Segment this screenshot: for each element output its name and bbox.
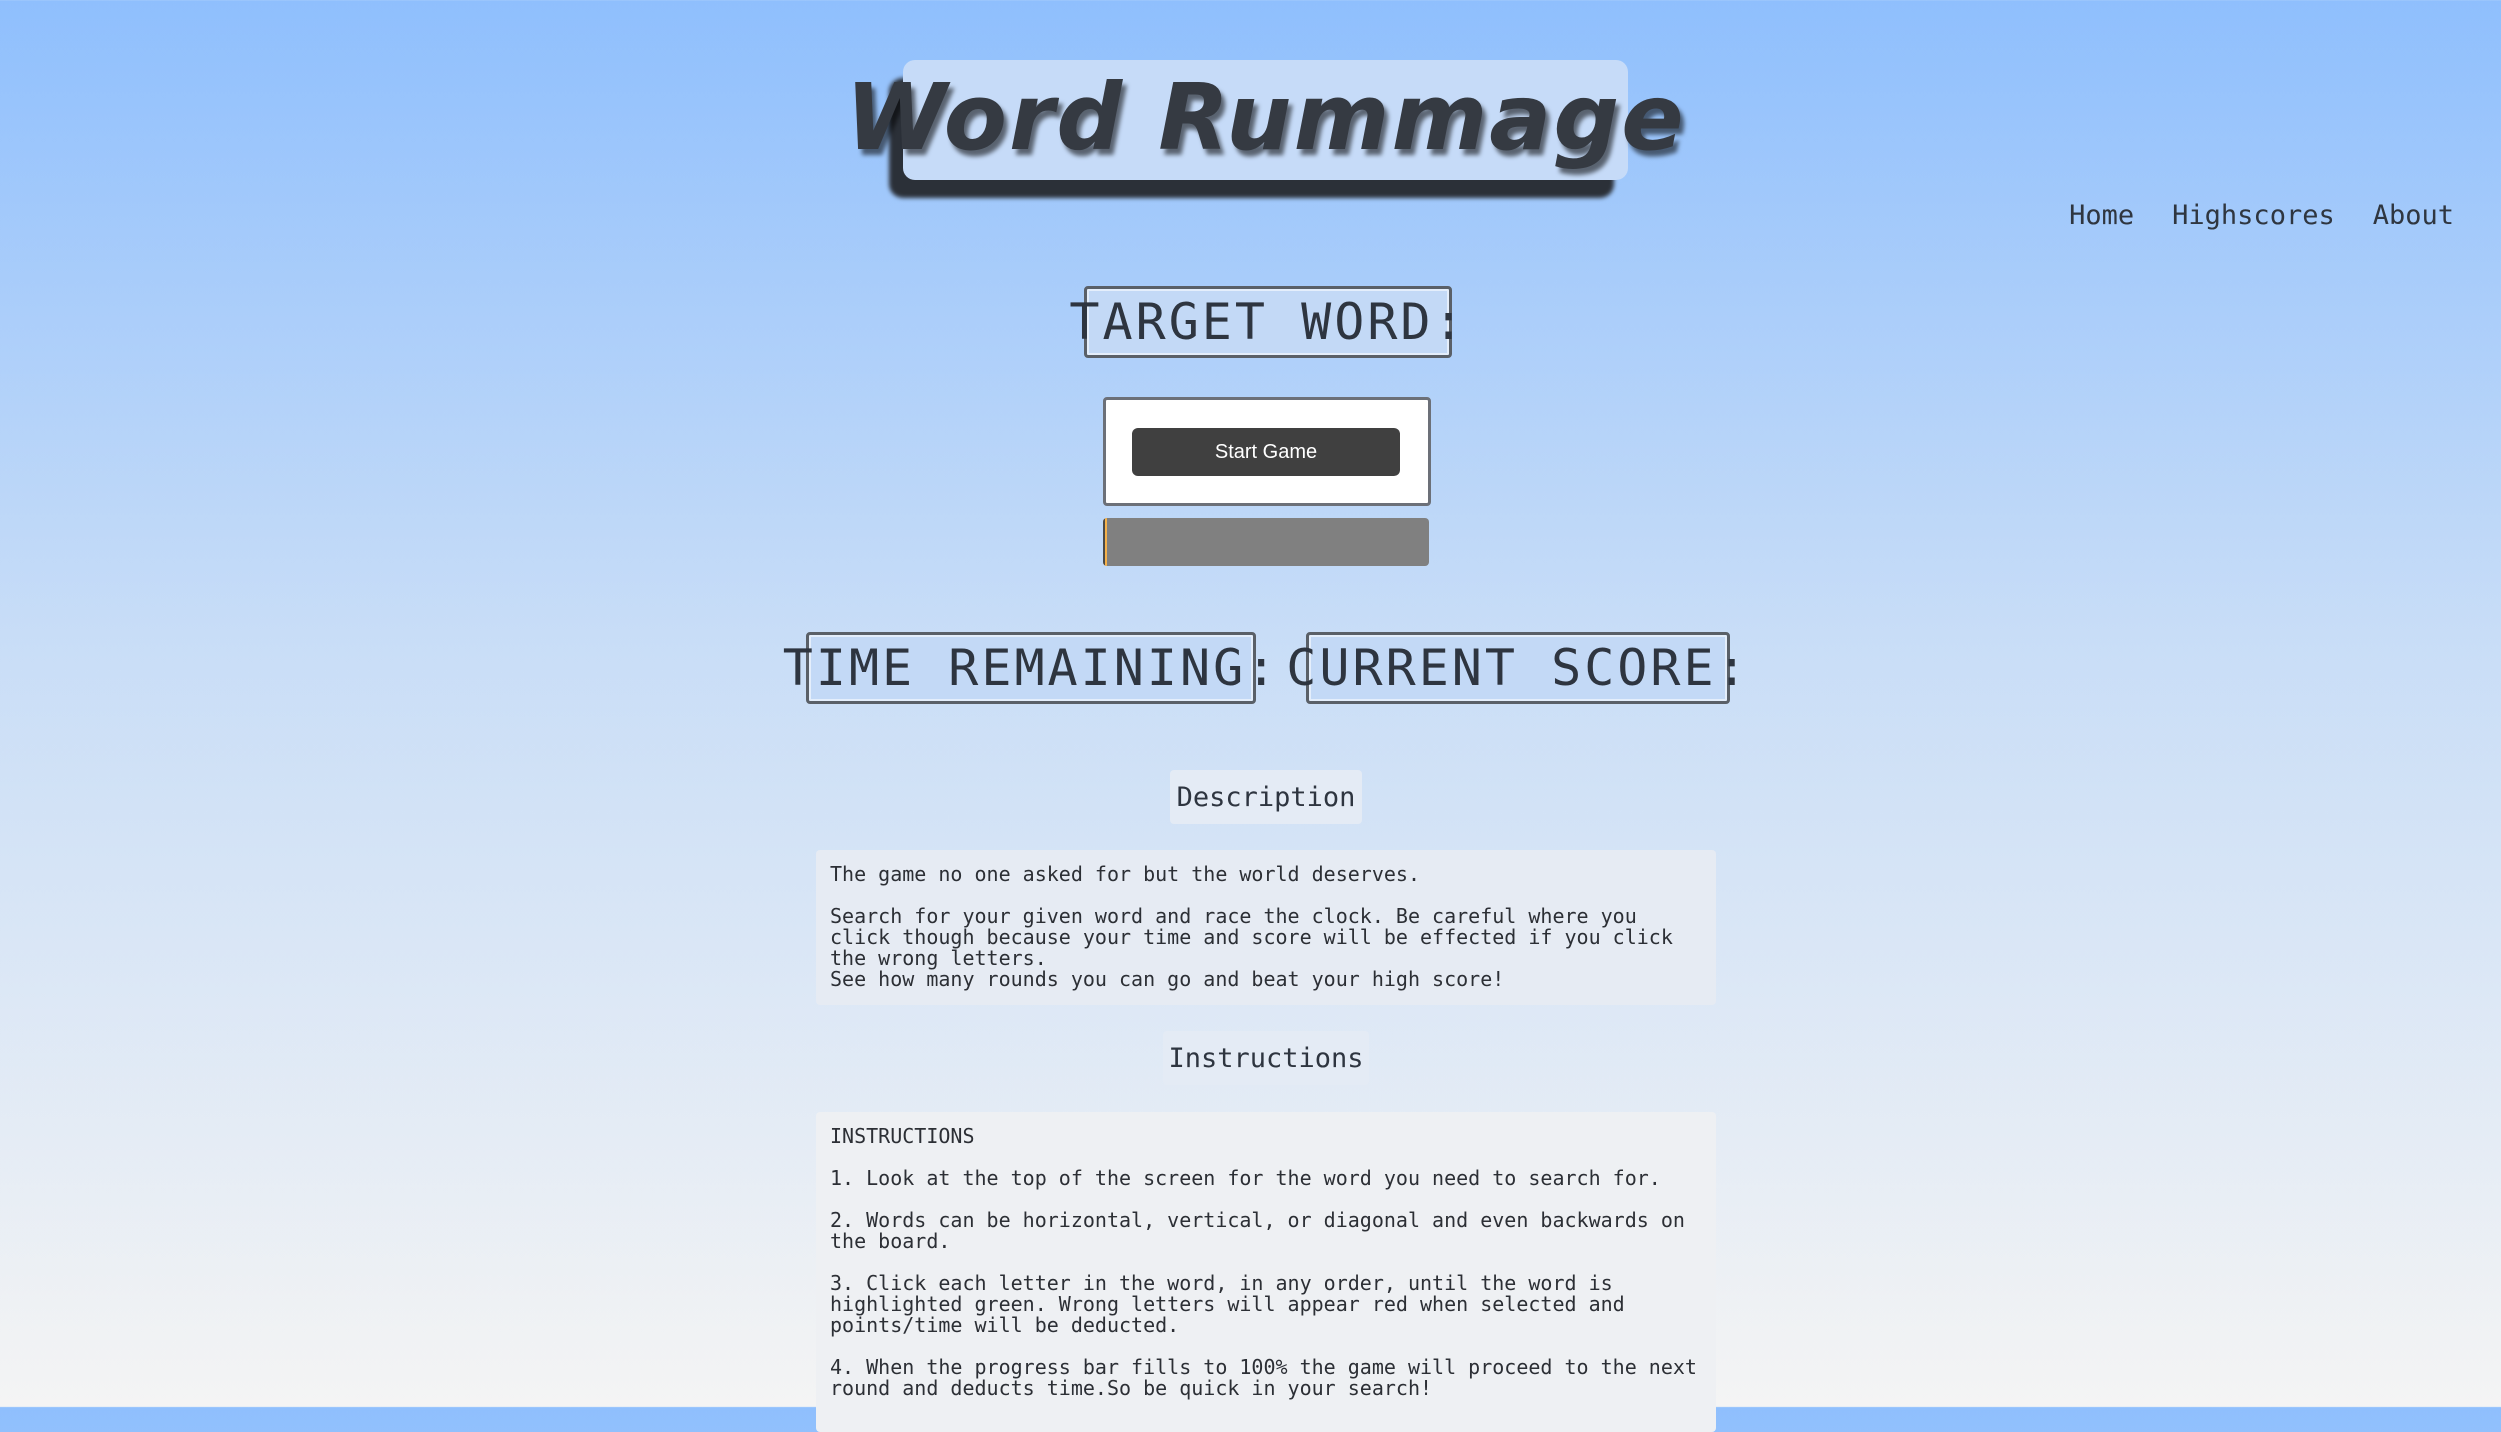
app-title: Word Rummage	[845, 63, 1686, 171]
app-logo: Word Rummage	[845, 60, 1684, 198]
description-line: The game no one asked for but the world …	[830, 862, 1421, 886]
start-game-button[interactable]: Start Game	[1132, 428, 1400, 476]
current-score-label: CURRENT SCORE:	[1286, 632, 1747, 704]
progress-edge	[1103, 518, 1105, 566]
nav-home-link[interactable]: Home	[2069, 200, 2134, 231]
target-word-label: TARGET WORD:	[1069, 286, 1464, 358]
nav-highscores-link[interactable]: Highscores	[2172, 200, 2335, 231]
description-panel: The game no one asked for but the world …	[816, 850, 1716, 1005]
instruction-step: 2. Words can be horizontal, vertical, or…	[830, 1208, 1697, 1253]
round-progress-bar	[1103, 518, 1429, 566]
instructions-heading[interactable]: Instructions	[1163, 1031, 1369, 1085]
time-remaining-label: TIME REMAINING:	[783, 632, 1276, 704]
instruction-step: 4. When the progress bar fills to 100% t…	[830, 1355, 1709, 1400]
top-nav: Home Highscores About	[2069, 200, 2454, 231]
description-heading[interactable]: Description	[1170, 770, 1362, 824]
instructions-title: INSTRUCTIONS	[830, 1124, 975, 1148]
game-board-panel: Start Game	[1103, 397, 1431, 506]
description-line: Search for your given word and race the …	[830, 904, 1685, 970]
description-line: See how many rounds you can go and beat …	[830, 967, 1505, 991]
logo-box: Word Rummage	[845, 60, 1684, 180]
instructions-panel: INSTRUCTIONS 1. Look at the top of the s…	[816, 1112, 1716, 1432]
instruction-step: 3. Click each letter in the word, in any…	[830, 1271, 1637, 1337]
instruction-step: 1. Look at the top of the screen for the…	[830, 1166, 1661, 1190]
nav-about-link[interactable]: About	[2373, 200, 2454, 231]
